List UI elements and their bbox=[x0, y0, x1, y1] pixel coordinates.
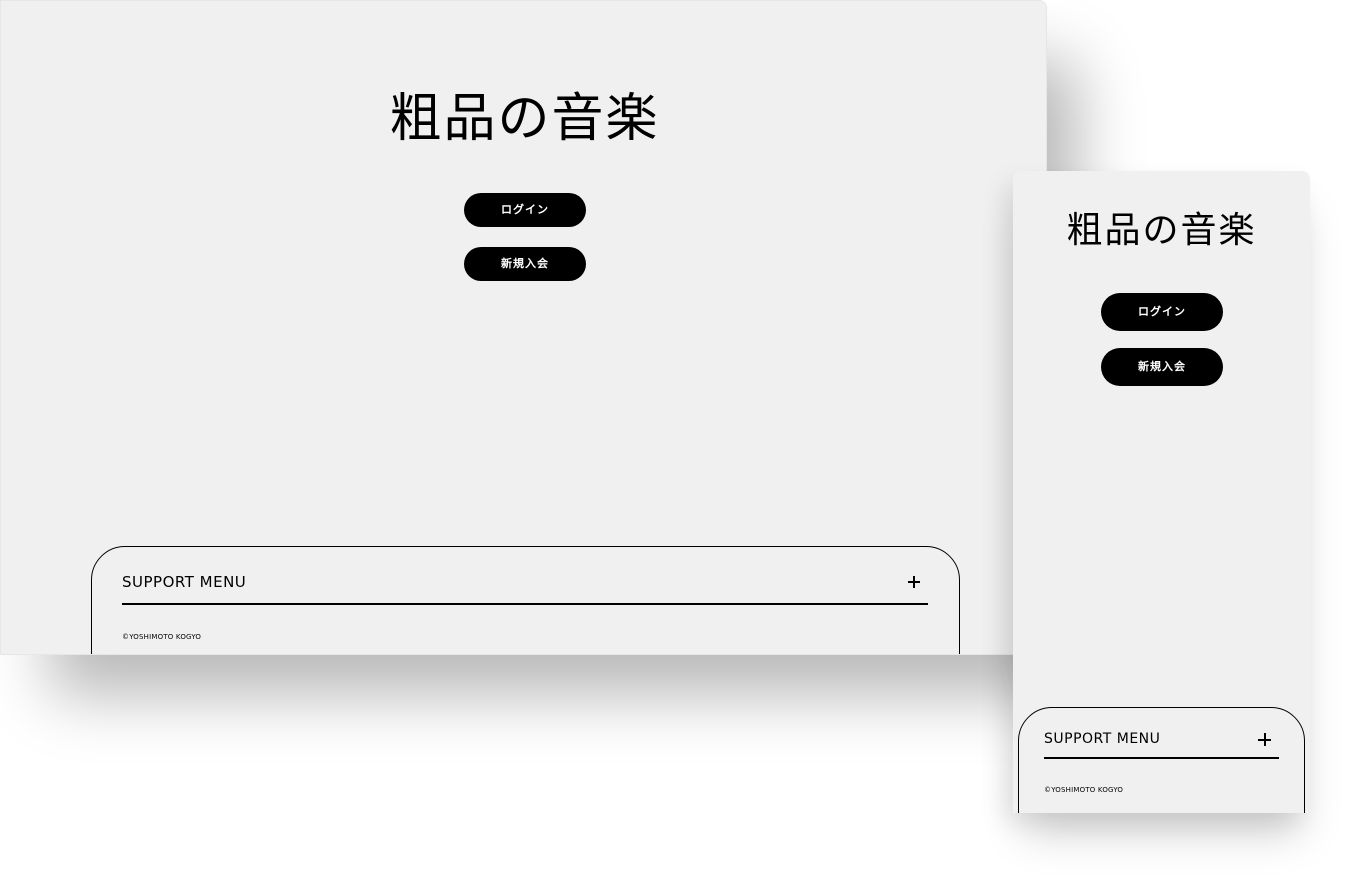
mobile-view: 粗品の音楽 ログイン 新規入会 SUPPORT MENU ©YOSHIMOTO … bbox=[1013, 171, 1310, 813]
login-button[interactable]: ログイン bbox=[464, 193, 586, 227]
site-title: 粗品の音楽 bbox=[389, 89, 660, 149]
plus-icon bbox=[908, 576, 920, 588]
support-panel: SUPPORT MENU ©YOSHIMOTO KOGYO bbox=[91, 546, 960, 654]
support-panel: SUPPORT MENU ©YOSHIMOTO KOGYO bbox=[1018, 707, 1305, 813]
support-menu-label: SUPPORT MENU bbox=[122, 573, 247, 591]
copyright-text: ©YOSHIMOTO KOGYO bbox=[1044, 786, 1124, 794]
support-menu-toggle[interactable]: SUPPORT MENU bbox=[122, 573, 928, 605]
plus-icon bbox=[1258, 733, 1271, 746]
signup-button[interactable]: 新規入会 bbox=[1101, 348, 1223, 386]
signup-button[interactable]: 新規入会 bbox=[464, 247, 586, 281]
mockup-stage: 粗品の音楽 ログイン 新規入会 SUPPORT MENU ©YOSHIMOTO … bbox=[0, 0, 1350, 885]
copyright-text: ©YOSHIMOTO KOGYO bbox=[122, 633, 202, 641]
support-menu-toggle[interactable]: SUPPORT MENU bbox=[1044, 731, 1279, 759]
support-menu-label: SUPPORT MENU bbox=[1044, 731, 1161, 747]
desktop-view: 粗品の音楽 ログイン 新規入会 SUPPORT MENU ©YOSHIMOTO … bbox=[0, 0, 1047, 655]
login-button[interactable]: ログイン bbox=[1101, 293, 1223, 331]
site-title: 粗品の音楽 bbox=[1066, 210, 1257, 251]
